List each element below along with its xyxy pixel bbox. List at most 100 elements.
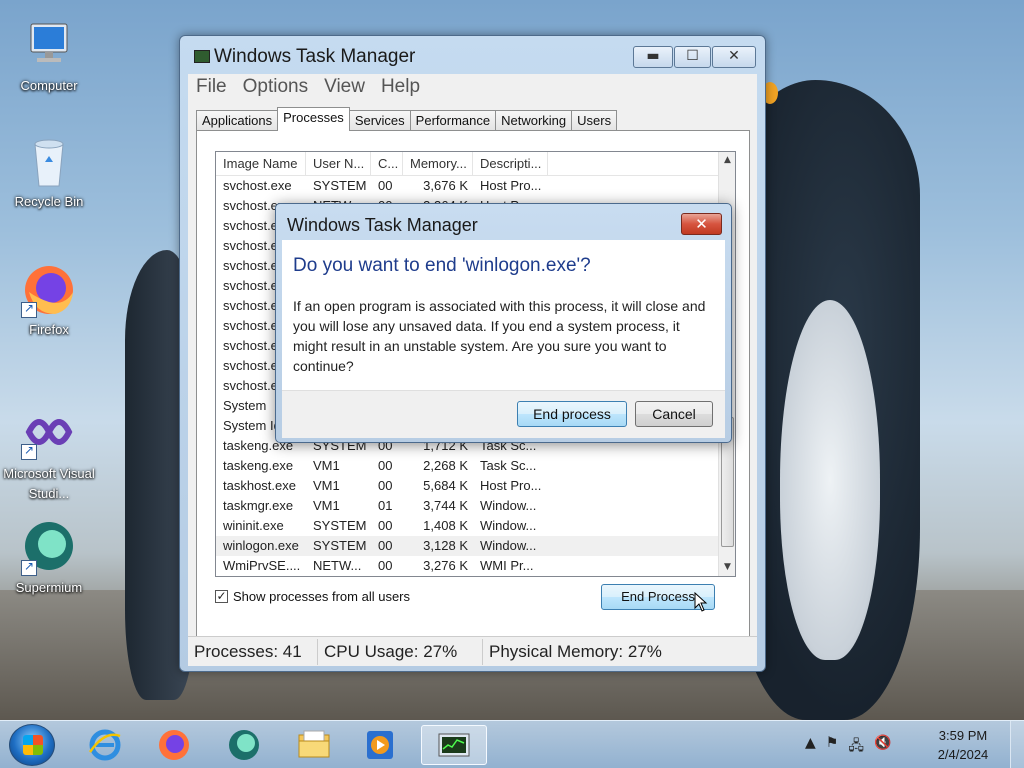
dialog-title: Windows Task Manager (287, 215, 478, 235)
tab-networking[interactable]: Networking (495, 110, 573, 131)
dialog-body: Do you want to end 'winlogon.exe'? If an… (282, 240, 725, 390)
tab-performance[interactable]: Performance (409, 110, 497, 131)
desktop-icon-label: Computer (20, 78, 78, 93)
show-hidden-icons-icon[interactable]: ▲ (805, 735, 816, 759)
volume-muted-icon[interactable]: 🔇 (874, 735, 891, 759)
table-row[interactable]: winlogon.exe SYSTEM 00 3,128 K Window... (216, 536, 735, 556)
scroll-up-icon[interactable]: ▲ (719, 152, 735, 169)
menu-help[interactable]: Help (373, 74, 428, 100)
column-image-name[interactable]: Image Name (216, 152, 306, 175)
shortcut-arrow-icon (21, 301, 37, 318)
scroll-down-icon[interactable]: ▼ (719, 559, 735, 576)
desktop-icon-label: Firefox (29, 322, 69, 337)
desktop-icon-computer[interactable]: Computer (1, 18, 97, 93)
table-row[interactable]: wininit.exe SYSTEM 00 1,408 K Window... (216, 516, 735, 536)
cell-description: Window... (480, 518, 537, 533)
tab-users[interactable]: Users (571, 110, 618, 131)
status-processes: Processes: 41 (188, 638, 318, 665)
show-all-users-checkbox[interactable]: ✓ (215, 590, 228, 603)
menu-file[interactable]: File (188, 74, 235, 100)
end-process-dialog: Windows Task Manager ✕ Do you want to en… (275, 203, 732, 443)
process-list-header: Image Name User N... C... Memory... Desc… (216, 152, 735, 176)
show-desktop-button[interactable] (1010, 721, 1024, 768)
close-icon: ✕ (728, 48, 740, 64)
table-row[interactable]: WmiPrvSE.... NETW... 00 3,276 K WMI Pr... (216, 556, 735, 576)
cell-user-name: VM1 (313, 458, 340, 473)
window-title: Windows Task Manager (214, 46, 416, 67)
start-button[interactable] (9, 724, 55, 766)
taskbar-internet-explorer[interactable] (78, 725, 132, 765)
minimize-icon: ▬ (646, 48, 660, 64)
tab-strip: Applications Processes Services Performa… (196, 107, 618, 131)
taskbar-firefox[interactable] (147, 725, 201, 765)
column-description[interactable]: Descripti... (473, 152, 548, 175)
desktop-icon-recycle-bin[interactable]: Recycle Bin (1, 134, 97, 209)
cell-cpu: 00 (378, 538, 393, 553)
taskbar-task-manager[interactable] (421, 725, 487, 765)
media-player-icon (367, 731, 393, 759)
supermium-icon (21, 520, 77, 576)
mouse-cursor-icon (694, 592, 708, 612)
column-user-name[interactable]: User N... (306, 152, 371, 175)
tab-applications[interactable]: Applications (196, 110, 279, 131)
cell-cpu: 00 (378, 558, 393, 573)
cell-user-name: SYSTEM (313, 518, 367, 533)
taskbar: ▲ ⚑ 🖧 🔇 3:59 PM 2/4/2024 (0, 720, 1024, 768)
wallpaper-penguin-belly (780, 300, 880, 660)
cell-cpu: 00 (378, 178, 393, 193)
clock-time: 3:59 PM (938, 728, 988, 743)
tab-processes[interactable]: Processes (277, 107, 350, 131)
minimize-button[interactable]: ▬ (633, 46, 673, 68)
desktop-icon-visual-studio[interactable]: Microsoft Visual Studi... (1, 404, 97, 504)
internet-explorer-icon (88, 729, 121, 761)
column-cpu[interactable]: C... (371, 152, 403, 175)
cell-memory: 3,676 K (423, 178, 468, 193)
table-row[interactable]: taskeng.exe VM1 00 2,268 K Task Sc... (216, 456, 735, 476)
task-manager-app-icon (194, 50, 210, 63)
cell-cpu: 00 (378, 478, 393, 493)
desktop-icon-firefox[interactable]: Firefox (1, 262, 97, 337)
cell-memory: 3,276 K (423, 558, 468, 573)
computer-icon (21, 18, 77, 74)
cell-description: Host Pro... (480, 178, 542, 193)
clock-date: 2/4/2024 (937, 747, 989, 762)
maximize-button[interactable]: ☐ (674, 46, 711, 68)
cell-image-name: taskhost.exe (223, 478, 296, 493)
menu-view[interactable]: View (316, 74, 373, 100)
dialog-message: If an open program is associated with th… (293, 298, 706, 374)
show-all-users-option[interactable]: ✓ Show processes from all users (215, 589, 410, 604)
desktop-icon-supermium[interactable]: Supermium (1, 520, 97, 595)
file-explorer-icon (298, 730, 330, 758)
cell-memory: 5,684 K (423, 478, 468, 493)
maximize-icon: ☐ (686, 48, 699, 64)
cell-description: Task Sc... (480, 458, 537, 473)
taskbar-file-explorer[interactable] (287, 725, 341, 765)
action-center-flag-icon[interactable]: ⚑ (826, 735, 839, 759)
task-manager-icon (438, 733, 470, 757)
network-icon[interactable]: 🖧 (848, 735, 864, 759)
cell-image-name: wininit.exe (223, 518, 284, 533)
supermium-icon (229, 730, 259, 760)
tab-services[interactable]: Services (348, 110, 411, 131)
cell-image-name: taskmgr.exe (223, 498, 294, 513)
cell-image-name: winlogon.exe (223, 538, 299, 553)
close-button[interactable]: ✕ (712, 46, 756, 68)
taskbar-clock[interactable]: 3:59 PM 2/4/2024 (928, 726, 998, 764)
table-row[interactable]: svchost.exe SYSTEM 00 3,676 K Host Pro... (216, 176, 735, 196)
cancel-button[interactable]: Cancel (635, 401, 713, 427)
dialog-close-button[interactable]: ✕ (681, 213, 722, 235)
cell-description: WMI Pr... (480, 558, 534, 573)
table-row[interactable]: taskhost.exe VM1 00 5,684 K Host Pro... (216, 476, 735, 496)
menu-options[interactable]: Options (235, 74, 316, 100)
taskbar-media-player[interactable] (353, 725, 407, 765)
desktop-icon-label: Recycle Bin (14, 194, 84, 209)
cell-user-name: VM1 (313, 478, 340, 493)
table-row[interactable]: taskmgr.exe VM1 01 3,744 K Window... (216, 496, 735, 516)
column-memory[interactable]: Memory... (403, 152, 473, 175)
recycle-bin-icon (21, 134, 77, 190)
cell-cpu: 00 (378, 518, 393, 533)
confirm-end-process-button[interactable]: End process (517, 401, 627, 427)
taskbar-supermium[interactable] (217, 725, 271, 765)
close-icon: ✕ (695, 215, 708, 233)
cell-image-name: svchost.exe (223, 178, 292, 193)
